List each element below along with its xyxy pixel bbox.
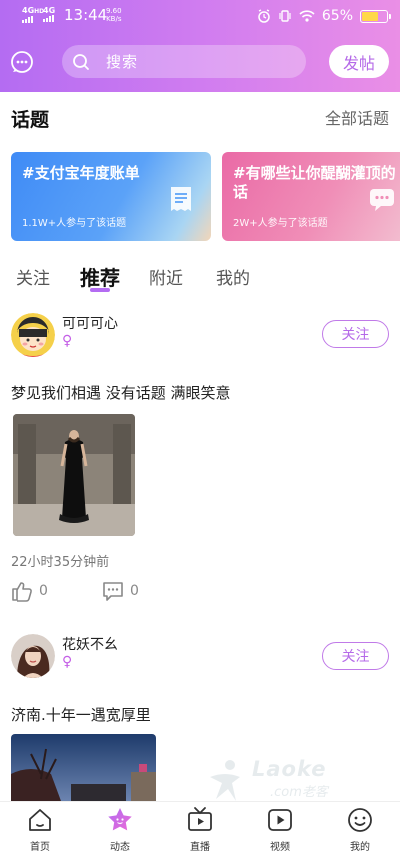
watermark-logo	[210, 760, 240, 801]
female-icon: ♀	[62, 654, 73, 670]
tv-icon	[188, 807, 212, 831]
nav-label: 直播	[190, 842, 210, 853]
chat-bubble-icon[interactable]	[10, 50, 34, 74]
search-placeholder: 搜索	[106, 53, 139, 71]
follow-button[interactable]: 关注	[322, 320, 389, 348]
star-icon	[108, 808, 132, 831]
nav-item-feed[interactable]: 动态	[92, 806, 148, 853]
home-icon	[29, 809, 51, 831]
female-icon: ♀	[62, 333, 73, 349]
thumbs-up-icon	[12, 582, 32, 602]
wifi-icon	[299, 10, 315, 22]
nav-item-home[interactable]: 首页	[12, 806, 68, 853]
username[interactable]: 花妖不幺	[62, 634, 118, 654]
comment-button[interactable]: 0	[102, 580, 139, 602]
post-text: 济南.十年一遇宽厚里	[11, 706, 151, 724]
nav-label: 动态	[110, 842, 130, 853]
status-icons: 65%	[257, 6, 391, 26]
avatar[interactable]	[11, 313, 55, 357]
status-bar: 4GHD 4G 13:44 9.60 KB/s 65%	[0, 0, 400, 32]
chat-icon	[370, 189, 394, 211]
watermark-brand: Laoke	[252, 757, 327, 781]
tab-recommended[interactable]: 推荐	[80, 262, 120, 291]
nav-label: 我的	[350, 842, 370, 853]
tab-mine[interactable]: 我的	[216, 264, 250, 289]
clock: 13:44	[64, 6, 108, 24]
topic-participant-count: 2W+人参与了该话题	[233, 218, 328, 229]
like-button[interactable]: 0	[11, 580, 48, 602]
topic-card[interactable]: #有哪些让你醍醐灌顶的话 2W+人参与了该话题	[222, 152, 400, 241]
follow-button[interactable]: 关注	[322, 642, 389, 670]
avatar[interactable]	[11, 634, 55, 678]
bottom-navigation: 首页 动态 直播 视频 我的	[0, 801, 400, 857]
nav-label: 视频	[270, 842, 290, 853]
topic-card[interactable]: #支付宝年度账单 1.1W+人参与了该话题	[11, 152, 211, 241]
tab-nearby[interactable]: 附近	[149, 264, 183, 289]
topic-participant-count: 1.1W+人参与了该话题	[22, 218, 127, 229]
header-bar: 4GHD 4G 13:44 9.60 KB/s 65% 搜索 发帖	[0, 0, 400, 92]
nav-item-video[interactable]: 视频	[252, 806, 308, 853]
watermark: Laoke .com老客	[200, 757, 350, 803]
post-text: 梦见我们相遇 没有话题 满眼笑意	[11, 384, 231, 402]
vibrate-icon	[279, 10, 291, 22]
search-input[interactable]: 搜索	[62, 45, 306, 78]
network-speed: 9.60 KB/s	[106, 7, 122, 23]
play-icon	[268, 809, 292, 831]
smiley-icon	[348, 808, 372, 832]
battery-icon	[360, 9, 391, 23]
post-button[interactable]: 发帖	[329, 45, 389, 78]
nav-item-profile[interactable]: 我的	[332, 806, 388, 853]
username[interactable]: 可可可心	[62, 313, 118, 333]
signal-indicator-2: 4G	[43, 6, 55, 22]
search-icon	[73, 53, 89, 70]
nav-label: 首页	[30, 842, 50, 853]
topic-name: #支付宝年度账单	[22, 164, 140, 182]
nav-item-live[interactable]: 直播	[172, 806, 228, 853]
battery-percent: 65%	[321, 8, 353, 24]
tab-following[interactable]: 关注	[16, 264, 50, 289]
like-count: 0	[39, 583, 48, 599]
post-image[interactable]	[11, 734, 156, 801]
post-timestamp: 22小时35分钟前	[11, 555, 110, 570]
document-icon	[171, 187, 191, 211]
post-image[interactable]	[13, 414, 135, 536]
active-tab-indicator	[90, 288, 110, 292]
signal-indicator-1: 4GHD	[22, 6, 44, 23]
comment-icon	[103, 582, 123, 601]
topics-title: 话题	[11, 109, 50, 131]
alarm-icon	[258, 9, 270, 23]
all-topics-link[interactable]: 全部话题	[325, 105, 389, 129]
comment-count: 0	[130, 583, 139, 599]
watermark-domain: .com老客	[270, 785, 328, 800]
